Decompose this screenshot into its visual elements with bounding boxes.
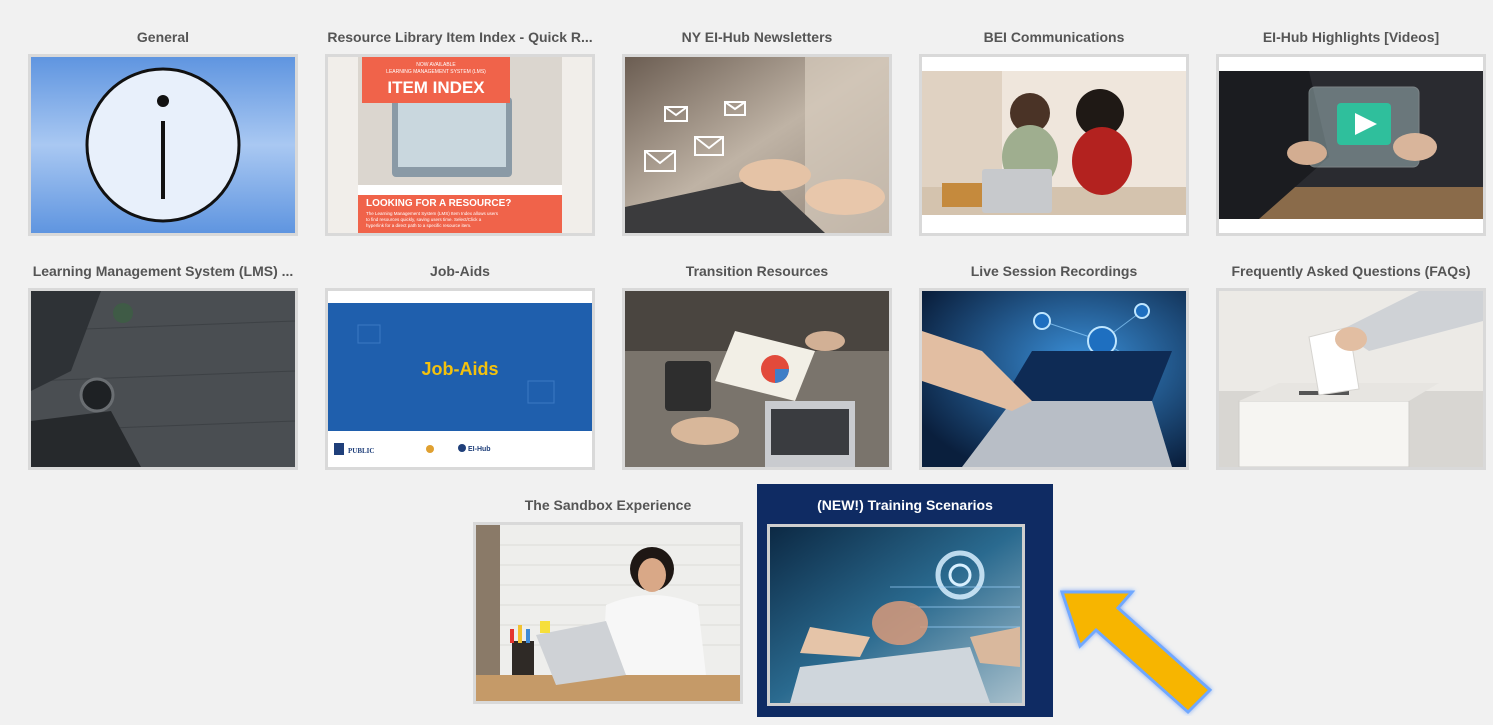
tile-thumbnail[interactable]: Job-Aids PUBLIC EI-Hub <box>325 288 595 470</box>
tile-title: General <box>136 29 190 45</box>
tile-thumbnail[interactable] <box>622 54 892 236</box>
tile-thumbnail[interactable] <box>28 288 298 470</box>
info-icon <box>31 57 295 233</box>
pointer-arrow-icon <box>1059 590 1213 715</box>
tile-thumbnail[interactable] <box>28 54 298 236</box>
item-index-image: NOW AVAILABLE LEARNING MANAGEMENT SYSTEM… <box>328 57 592 233</box>
tile-thumbnail[interactable] <box>1216 54 1486 236</box>
svg-text:Job-Aids: Job-Aids <box>421 359 498 379</box>
tile-newsletters[interactable]: NY EI-Hub Newsletters <box>622 0 892 236</box>
tile-title: Resource Library Item Index - Quick R... <box>327 29 593 45</box>
tile-title: Live Session Recordings <box>970 263 1138 279</box>
laptop-email-image <box>625 57 889 233</box>
tile-title: BEI Communications <box>983 29 1125 45</box>
svg-text:The Learning Management System: The Learning Management System (LMS) Ite… <box>366 211 499 216</box>
tile-thumbnail[interactable] <box>767 524 1025 706</box>
tile-title: (NEW!) Training Scenarios <box>817 497 993 513</box>
tile-title: NY EI-Hub Newsletters <box>681 29 833 45</box>
svg-text:NOW AVAILABLE: NOW AVAILABLE <box>416 62 456 68</box>
svg-text:LEARNING MANAGEMENT SYSTEM (LM: LEARNING MANAGEMENT SYSTEM (LMS) <box>386 69 486 75</box>
svg-text:ITEM INDEX: ITEM INDEX <box>387 78 485 97</box>
tile-title: The Sandbox Experience <box>524 497 692 513</box>
laptop-network-image <box>922 291 1186 467</box>
tile-thumbnail[interactable] <box>919 288 1189 470</box>
tile-resource-library[interactable]: Resource Library Item Index - Quick R...… <box>325 0 595 236</box>
job-aids-image: Job-Aids PUBLIC EI-Hub <box>328 291 592 467</box>
tile-thumbnail[interactable] <box>473 522 743 704</box>
tile-faqs[interactable]: Frequently Asked Questions (FAQs) <box>1216 234 1486 470</box>
tile-highlights-videos[interactable]: EI-Hub Highlights [Videos] <box>1216 0 1486 236</box>
tile-thumbnail[interactable]: NOW AVAILABLE LEARNING MANAGEMENT SYSTEM… <box>325 54 595 236</box>
svg-text:LOOKING FOR A RESOURCE?: LOOKING FOR A RESOURCE? <box>366 198 511 209</box>
tile-job-aids[interactable]: Job-Aids Job-Aids PUBLIC EI-Hub <box>325 234 595 470</box>
desk-laptop-image <box>31 291 295 467</box>
svg-text:PUBLIC: PUBLIC <box>348 447 374 455</box>
video-play-image <box>1219 57 1483 233</box>
tile-bei-communications[interactable]: BEI Communications <box>919 0 1189 236</box>
tile-sandbox-experience[interactable]: The Sandbox Experience <box>473 468 743 704</box>
tile-general[interactable]: General <box>28 0 298 236</box>
tile-transition-resources[interactable]: Transition Resources <box>622 234 892 470</box>
tile-lms[interactable]: Learning Management System (LMS) ... <box>28 234 298 470</box>
tile-training-scenarios[interactable]: (NEW!) Training Scenarios <box>757 484 1053 717</box>
tile-title: EI-Hub Highlights [Videos] <box>1262 29 1440 45</box>
tile-title: Frequently Asked Questions (FAQs) <box>1231 263 1471 279</box>
svg-text:EI-Hub: EI-Hub <box>468 446 491 453</box>
tile-live-session-recordings[interactable]: Live Session Recordings <box>919 234 1189 470</box>
tile-title: Learning Management System (LMS) ... <box>32 263 294 279</box>
tile-thumbnail[interactable] <box>919 54 1189 236</box>
woman-laptop-image <box>476 525 740 701</box>
tech-hologram-image <box>770 527 1022 703</box>
tile-thumbnail[interactable] <box>1216 288 1486 470</box>
tile-title: Job-Aids <box>430 263 490 279</box>
svg-text:hyperlink for a direct path to: hyperlink for a direct path to a specifi… <box>366 223 471 228</box>
tile-thumbnail[interactable] <box>622 288 892 470</box>
svg-text:to find resources quickly, sav: to find resources quickly, saving users … <box>366 217 482 222</box>
meeting-charts-image <box>625 291 889 467</box>
ballot-box-image <box>1219 291 1483 467</box>
tile-title: Transition Resources <box>685 263 829 279</box>
two-women-laptop-image <box>922 57 1186 233</box>
